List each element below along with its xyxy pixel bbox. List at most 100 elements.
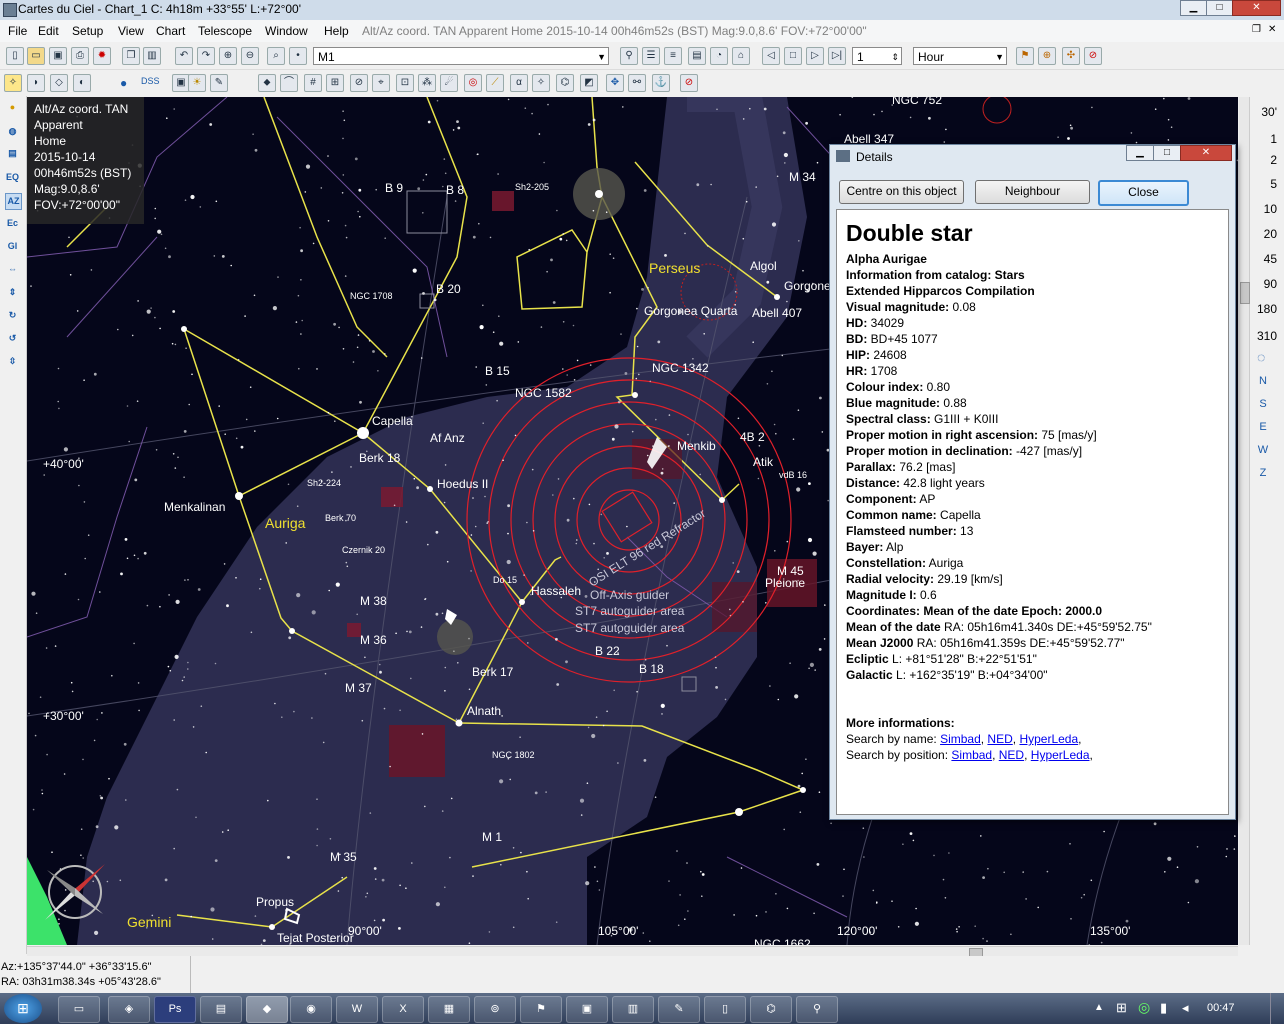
dir-east[interactable]: E (1256, 421, 1270, 433)
search-task-icon[interactable]: ⚲ (796, 996, 838, 1023)
target-icon[interactable]: ⊕ (1038, 47, 1056, 65)
app-task-icon[interactable]: ◈ (108, 996, 150, 1023)
flip-h-icon[interactable]: ⇔ (5, 262, 20, 277)
save-icon[interactable]: ▣ (49, 47, 67, 65)
rotate-left-icon[interactable]: ↺ (5, 331, 20, 346)
pdf-task-icon[interactable]: ⊚ (474, 996, 516, 1023)
menu-telescope[interactable]: Telescope (198, 24, 252, 38)
horizon-icon[interactable]: ⌒ (280, 74, 298, 92)
lines-icon[interactable]: ◇ (50, 74, 68, 92)
bulb-icon[interactable]: ● (5, 100, 20, 115)
eq-grid-icon[interactable]: ⊞ (326, 74, 344, 92)
fov-scrollbar[interactable] (1239, 97, 1250, 945)
details-minimize-button[interactable]: ▁ (1126, 145, 1154, 161)
compass-icon[interactable]: ⊘ (350, 74, 368, 92)
fov-circle-icon[interactable]: ◌ (1257, 349, 1265, 365)
bulb-icon[interactable]: ☀ (188, 74, 206, 92)
tool-task-icon[interactable]: ✎ (658, 996, 700, 1023)
search-object-combo[interactable]: M1 ▼ (313, 47, 609, 65)
close-details-button[interactable]: Close (1098, 180, 1189, 206)
alpha-icon[interactable]: α (510, 74, 528, 92)
scale-icon[interactable]: ⌖ (372, 74, 390, 92)
print-icon[interactable]: ⎙ (71, 47, 89, 65)
sync-icon[interactable]: ✣ (1062, 47, 1080, 65)
label-icon[interactable]: ✎ (210, 74, 228, 92)
page-icon[interactable]: ▤ (5, 146, 20, 161)
network-task-icon[interactable]: ⌬ (750, 996, 792, 1023)
altaz-mode-icon[interactable]: AZ (5, 193, 22, 210)
asteroid-icon[interactable]: ⁂ (418, 74, 436, 92)
chevron-down-icon[interactable]: ▼ (995, 48, 1004, 66)
dir-zenith[interactable]: Z (1256, 467, 1270, 479)
menu-help[interactable]: Help (324, 24, 349, 38)
rotate-right-icon[interactable]: ↻ (5, 308, 20, 323)
clear-icon[interactable]: ⊘ (680, 74, 698, 92)
dir-south[interactable]: S (1256, 398, 1270, 410)
find-icon[interactable]: ☰ (642, 47, 660, 65)
chevron-down-icon[interactable]: ▼ (597, 48, 606, 66)
fov-icon[interactable]: ⊡ (396, 74, 414, 92)
app2-task-icon[interactable]: ⚑ (520, 996, 562, 1023)
mdi-restore-icon[interactable]: ❐ (1252, 24, 1261, 35)
contrast-icon[interactable]: ◩ (580, 74, 598, 92)
clock-icon[interactable]: ◔ (710, 47, 728, 65)
dss-button[interactable]: DSS (141, 76, 160, 86)
minimize-button[interactable]: ▁ (1180, 0, 1207, 16)
step-back-icon[interactable]: ◁ (762, 47, 780, 65)
config-icon[interactable]: ✹ (93, 47, 111, 65)
tile-icon[interactable]: ▥ (143, 47, 161, 65)
rotate-icon[interactable]: ◍ (5, 124, 20, 139)
link-icon[interactable]: ⚯ (628, 74, 646, 92)
milkyway-icon[interactable]: ◐ (73, 74, 91, 92)
constellation-icon[interactable]: ✧ (532, 74, 550, 92)
undo-icon[interactable]: ↶ (175, 47, 193, 65)
cascade-icon[interactable]: ❐ (122, 47, 140, 65)
now-icon[interactable]: ⌂ (732, 47, 750, 65)
tray-volume-icon[interactable]: ◂ (1182, 1000, 1189, 1016)
monitor-task-icon[interactable]: ▥ (612, 996, 654, 1023)
redo-icon[interactable]: ↷ (197, 47, 215, 65)
zoom-out-icon[interactable]: ⊖ (241, 47, 259, 65)
close-window-button[interactable]: ✕ (1232, 0, 1281, 16)
maximize-button[interactable]: □ (1206, 0, 1233, 16)
anchor-icon[interactable]: ⚓ (652, 74, 670, 92)
ecliptic-mode-icon[interactable]: Ec (5, 216, 20, 231)
menu-setup[interactable]: Setup (72, 24, 103, 38)
stop-icon[interactable]: □ (784, 47, 802, 65)
centre-on-object-button[interactable]: Centre on this object (839, 180, 964, 204)
satellite-icon[interactable]: ⌬ (556, 74, 574, 92)
paint-task-icon[interactable]: ▦ (428, 996, 470, 1023)
menu-file[interactable]: File (8, 24, 27, 38)
galactic-mode-icon[interactable]: Gl (5, 239, 20, 254)
step-forward-icon[interactable]: ▷ (806, 47, 824, 65)
photoshop-task-icon[interactable]: Ps (154, 996, 196, 1023)
tray-status-icon[interactable]: ◎ (1138, 999, 1150, 1016)
menu-edit[interactable]: Edit (38, 24, 59, 38)
step-count-field[interactable]: 1 ⇕ (852, 47, 902, 65)
notes-task-icon[interactable]: ▯ (704, 996, 746, 1023)
new-icon[interactable]: ▯ (6, 47, 24, 65)
tray-up-icon[interactable]: ▲ (1094, 1002, 1104, 1013)
tray-network-icon[interactable]: ▮ (1160, 1000, 1167, 1016)
ned-position-link[interactable]: NED (999, 748, 1024, 762)
stars-icon[interactable]: ✧ (4, 74, 22, 92)
abort-icon[interactable]: ⊘ (1084, 47, 1102, 65)
excel-task-icon[interactable]: X (382, 996, 424, 1023)
flip-v-icon[interactable]: ⇕ (5, 285, 20, 300)
taskbar-clock[interactable]: 00:47 (1207, 1002, 1235, 1014)
folder-task-icon[interactable]: ▤ (200, 996, 242, 1023)
dir-west[interactable]: W (1256, 444, 1270, 456)
neighbour-button[interactable]: Neighbour (975, 180, 1090, 204)
ned-name-link[interactable]: NED (987, 732, 1012, 746)
details-close-x-button[interactable]: ✕ (1180, 145, 1232, 161)
menu-chart[interactable]: Chart (156, 24, 185, 38)
move-icon[interactable]: ✥ (606, 74, 624, 92)
simbad-name-link[interactable]: Simbad (940, 732, 981, 746)
pointer-icon[interactable]: • (289, 47, 307, 65)
swap-icon[interactable]: ⇳ (5, 354, 20, 369)
eq-mode-icon[interactable]: EQ (5, 170, 20, 185)
tray-windows-icon[interactable]: ⊞ (1116, 1000, 1127, 1016)
menu-view[interactable]: View (118, 24, 144, 38)
binoculars-icon[interactable]: ⚲ (620, 47, 638, 65)
mdi-close-icon[interactable]: ✕ (1268, 24, 1276, 35)
